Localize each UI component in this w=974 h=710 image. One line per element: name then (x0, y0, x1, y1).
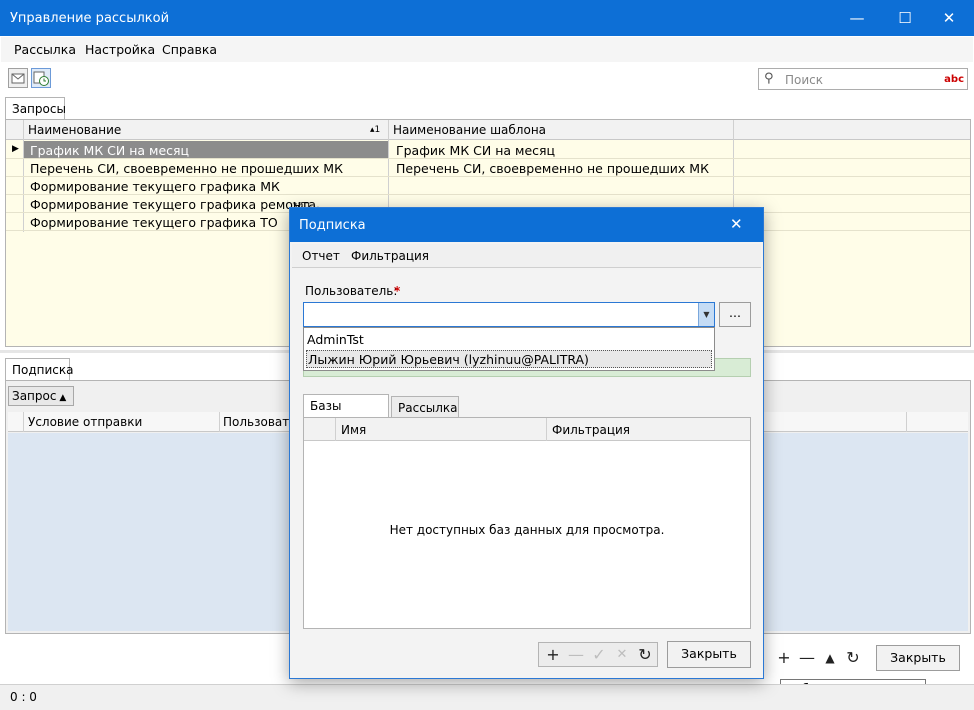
databases-grid-header: Имя Фильтрация (304, 418, 750, 441)
user-dropdown-list: AdminTst Лыжин Юрий Юрьевич (lyzhinuu@PA… (303, 327, 715, 371)
empty-message: Нет доступных баз данных для просмотра. (389, 523, 665, 537)
mail-icon[interactable] (8, 68, 28, 88)
column-dbfilter-header[interactable]: Фильтрация (552, 423, 630, 437)
column-template-header[interactable]: Наименование шаблона (393, 123, 546, 137)
dropdown-option[interactable]: AdminTst (307, 332, 364, 347)
browse-user-button[interactable]: ... (719, 302, 751, 327)
dialog-menu-filter[interactable]: Фильтрация (351, 249, 429, 263)
add-icon[interactable]: + (773, 647, 795, 669)
status-counter: 0 : 0 (10, 690, 37, 704)
tab-requests[interactable]: Запросы (5, 97, 66, 119)
search-icon: ⚲ (764, 71, 774, 86)
sort-asc-icon: ▴1 (370, 125, 381, 135)
spellcheck-icon[interactable]: abc (944, 74, 964, 85)
refresh-icon[interactable]: ↻ (634, 644, 656, 666)
table-row[interactable]: Перечень СИ, своевременно не прошедших М… (6, 159, 970, 177)
column-user-header[interactable]: Пользовате (223, 415, 297, 429)
schedule-icon[interactable] (31, 68, 51, 88)
dialog-title: Подписка (299, 218, 366, 233)
dialog-grid-toolbar: + — ✓ ✕ ↻ (538, 642, 658, 667)
menu-settings[interactable]: Настройка (85, 42, 155, 57)
dropdown-arrow-icon[interactable]: ▼ (698, 303, 714, 326)
search-placeholder: Поиск (785, 73, 824, 87)
group-by-request[interactable]: Запрос ▲ (8, 386, 74, 406)
status-bar: 0 : 0 (0, 684, 974, 710)
dialog-close-text-button[interactable]: Закрыть (667, 641, 751, 668)
sort-up-icon: ▲ (56, 393, 67, 403)
dialog-close-button[interactable]: ✕ (730, 215, 743, 233)
column-name-header[interactable]: Наименование (28, 123, 121, 137)
tab-subscription[interactable]: Подписка (5, 358, 74, 380)
move-up-icon[interactable]: ▲ (819, 647, 841, 669)
title-bar: Управление рассылкой — ☐ ✕ (0, 0, 974, 36)
search-field[interactable]: ⚲ Поиск abc (758, 68, 968, 90)
cell-name: Формирование текущего графика ремонта (30, 197, 317, 212)
table-row[interactable]: ▶ График МК СИ на месяц График МК СИ на … (6, 141, 970, 159)
user-combobox[interactable]: ▼ (303, 302, 715, 327)
databases-grid: Имя Фильтрация Нет доступных баз данных … (303, 417, 751, 629)
window-title: Управление рассылкой (10, 11, 170, 26)
confirm-icon[interactable]: ✓ (588, 644, 610, 666)
column-condition-header[interactable]: Условие отправки (28, 415, 142, 429)
cancel-icon[interactable]: ✕ (611, 644, 633, 666)
requests-grid-header: Наименование ▴1 Наименование шаблона (6, 120, 970, 140)
dropdown-option-selected[interactable]: Лыжин Юрий Юрьевич (lyzhinuu@PALITRA) (306, 350, 712, 368)
row-indicator-icon: ▶ (12, 144, 19, 154)
subscription-dialog: Подписка ✕ Отчет Фильтрация Пользователь… (289, 207, 764, 679)
menu-mailing[interactable]: Рассылка (14, 42, 76, 57)
menu-help[interactable]: Справка (162, 42, 217, 57)
menu-bar: Рассылка Настройка Справка (1, 37, 973, 62)
cell-template: Перечень СИ, своевременно не прошедших М… (396, 161, 709, 176)
add-icon[interactable]: + (542, 644, 564, 666)
table-row[interactable]: Формирование текущего графика МК (6, 177, 970, 195)
user-label: Пользователь: (305, 284, 398, 298)
cell-name: Формирование текущего графика МК (30, 179, 280, 194)
dialog-menu-report[interactable]: Отчет (302, 249, 340, 263)
cell-name: Перечень СИ, своевременно не прошедших М… (30, 161, 343, 176)
column-dbname-header[interactable]: Имя (341, 423, 366, 437)
close-button[interactable]: ✕ (926, 0, 972, 36)
dialog-title-bar: Подписка ✕ (290, 208, 763, 242)
group-by-label: Запрос (12, 389, 57, 403)
cell-name: График МК СИ на месяц (30, 143, 190, 158)
refresh-icon[interactable]: ↻ (842, 647, 864, 669)
cell-template: График МК СИ на месяц (396, 143, 556, 158)
remove-icon[interactable]: — (565, 644, 587, 666)
maximize-button[interactable]: ☐ (882, 0, 928, 36)
remove-icon[interactable]: — (796, 647, 818, 669)
cell-name: Формирование текущего графика ТО (30, 215, 278, 230)
tab-mailing[interactable]: Рассылка (391, 396, 459, 417)
close-main-button[interactable]: Закрыть (876, 645, 960, 671)
dropdown-option-label: Лыжин Юрий Юрьевич (lyzhinuu@PALITRA) (308, 352, 589, 367)
dialog-menu-bar: Отчет Фильтрация (292, 244, 761, 268)
required-marker: * (394, 284, 401, 298)
minimize-button[interactable]: — (834, 0, 880, 36)
tab-databases[interactable]: Базы данных (303, 394, 389, 427)
